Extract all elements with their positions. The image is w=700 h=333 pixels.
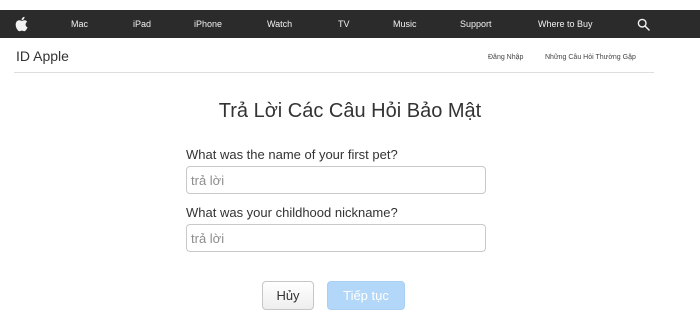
answer-1-input[interactable] — [186, 166, 486, 194]
nav-item-tv[interactable]: TV — [338, 10, 350, 38]
nav-item-ipad[interactable]: iPad — [133, 10, 151, 38]
nav-item-where-to-buy[interactable]: Where to Buy — [538, 10, 593, 38]
cancel-button[interactable]: Hủy — [262, 281, 314, 310]
sign-in-link[interactable]: Đăng Nhập — [488, 54, 523, 61]
apple-logo-icon[interactable] — [14, 16, 28, 32]
answer-2-input[interactable] — [186, 224, 486, 252]
question-2-label: What was your childhood nickname? — [186, 205, 398, 220]
nav-item-watch[interactable]: Watch — [267, 10, 292, 38]
local-nav: ID Apple Đăng Nhập Những Câu Hỏi Thường … — [0, 38, 700, 73]
faq-link[interactable]: Những Câu Hỏi Thường Gặp — [545, 54, 636, 61]
nav-item-support[interactable]: Support — [460, 10, 492, 38]
continue-button[interactable]: Tiếp tục — [327, 281, 405, 310]
search-icon[interactable] — [637, 18, 650, 31]
divider — [14, 72, 654, 73]
question-1-label: What was the name of your first pet? — [186, 147, 398, 162]
global-nav: Mac iPad iPhone Watch TV Music Support W… — [0, 10, 700, 38]
page-title: Trả Lời Các Câu Hỏi Bảo Mật — [218, 100, 482, 122]
apple-id-title[interactable]: ID Apple — [16, 48, 69, 64]
nav-item-mac[interactable]: Mac — [71, 10, 88, 38]
nav-item-iphone[interactable]: iPhone — [194, 10, 222, 38]
nav-item-music[interactable]: Music — [393, 10, 417, 38]
